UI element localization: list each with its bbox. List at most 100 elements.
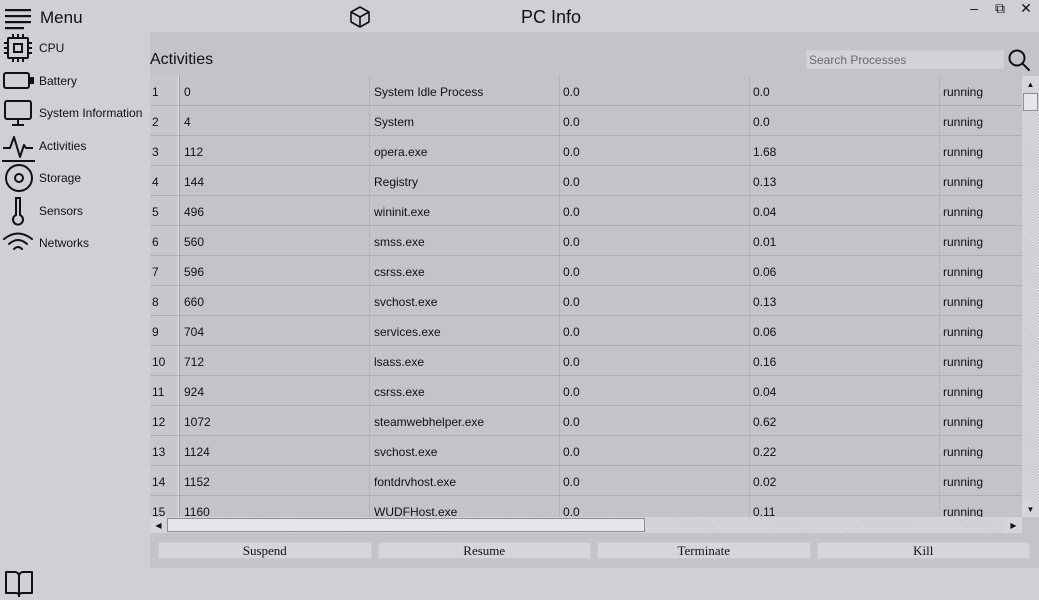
cpu-cell: 0.0 [560,376,750,405]
row-index: 14 [150,466,180,495]
restore-button[interactable]: ⧉ [991,0,1009,17]
status-cell: running [943,234,984,249]
memory-cell: 0.0 [750,76,940,105]
sidebar-item-networks[interactable]: Networks [0,227,150,260]
scroll-up-arrow[interactable]: ▲ [1022,76,1039,92]
vertical-scroll-thumb[interactable] [1023,93,1038,111]
table-row[interactable]: 6 560 smss.exe 0.0 0.01 running [150,226,1022,256]
memory-cell: 0.11 [750,496,940,517]
sidebar-item-sensors[interactable]: Sensors [0,195,150,228]
status-cell: running [943,324,984,339]
scroll-left-arrow[interactable]: ◀ [150,517,167,533]
pid-cell: 112 [180,136,370,165]
pid-cell: 1152 [180,466,370,495]
table-row[interactable]: 5 496 wininit.exe 0.0 0.04 running [150,196,1022,226]
table-row[interactable]: 2 4 System 0.0 0.0 running [150,106,1022,136]
row-index: 4 [150,166,180,195]
status-cell: running [943,84,984,99]
thermometer-icon [0,195,36,227]
sidebar-item-cpu[interactable]: CPU [0,32,150,65]
pid-cell: 0 [180,76,370,105]
row-index: 13 [150,436,180,465]
memory-cell: 0.0 [750,106,940,135]
status-cell: running [943,294,984,309]
table-row[interactable]: 9 704 services.exe 0.0 0.06 running [150,316,1022,346]
row-index: 3 [150,136,180,165]
cpu-cell: 0.0 [560,406,750,435]
row-index: 11 [150,376,180,405]
battery-icon [0,65,36,97]
table-row[interactable]: 13 1124 svchost.exe 0.0 0.22 running [150,436,1022,466]
table-row[interactable]: 7 596 csrss.exe 0.0 0.06 running [150,256,1022,286]
process-name-cell: Registry [370,166,560,195]
hamburger-icon [5,9,31,30]
table-row[interactable]: 11 924 csrss.exe 0.0 0.04 running [150,376,1022,406]
table-row[interactable]: 15 1160 WUDFHost.exe 0.0 0.11 running [150,496,1022,517]
minimize-button[interactable]: – [965,0,983,17]
pid-cell: 4 [180,106,370,135]
search-icon[interactable] [1007,48,1031,72]
table-row[interactable]: 12 1072 steamwebhelper.exe 0.0 0.62 running [150,406,1022,436]
row-index: 1 [150,76,180,105]
resume-button[interactable]: Resume [377,542,591,559]
cpu-cell: 0.0 [560,286,750,315]
pid-cell: 660 [180,286,370,315]
memory-cell: 1.68 [750,136,940,165]
sidebar: CPU Battery System Information Activitie… [0,32,150,260]
scroll-right-arrow[interactable]: ▶ [1005,517,1022,533]
sidebar-item-activities[interactable]: Activities [0,130,150,163]
process-name-cell: csrss.exe [370,256,560,285]
horizontal-scrollbar[interactable]: ◀ ▶ [150,517,1022,533]
vertical-scrollbar[interactable]: ▲ ▼ [1022,76,1039,517]
cpu-cell: 0.0 [560,346,750,375]
memory-cell: 0.62 [750,406,940,435]
cpu-icon [0,32,36,64]
memory-cell: 0.06 [750,316,940,345]
close-button[interactable]: ✕ [1017,0,1035,17]
pid-cell: 596 [180,256,370,285]
row-index: 9 [150,316,180,345]
status-cell: running [943,264,984,279]
cpu-cell: 0.0 [560,136,750,165]
terminate-button[interactable]: Terminate [597,542,811,559]
memory-cell: 0.02 [750,466,940,495]
pid-cell: 560 [180,226,370,255]
sidebar-item-system-information[interactable]: System Information [0,97,150,130]
table-row[interactable]: 1 0 System Idle Process 0.0 0.0 running [150,76,1022,106]
kill-button[interactable]: Kill [816,542,1030,559]
scroll-down-arrow[interactable]: ▼ [1022,501,1039,517]
cpu-cell: 0.0 [560,316,750,345]
status-cell: running [943,144,984,159]
row-index: 5 [150,196,180,225]
status-cell: running [943,174,984,189]
pid-cell: 1072 [180,406,370,435]
horizontal-scroll-thumb[interactable] [167,518,645,532]
suspend-button[interactable]: Suspend [158,542,372,559]
sidebar-item-battery[interactable]: Battery [0,65,150,98]
menu-button[interactable]: Menu [4,6,83,30]
book-icon[interactable] [3,568,35,598]
pid-cell: 712 [180,346,370,375]
table-row[interactable]: 14 1152 fontdrvhost.exe 0.0 0.02 running [150,466,1022,496]
process-name-cell: lsass.exe [370,346,560,375]
process-name-cell: wininit.exe [370,196,560,225]
table-row[interactable]: 4 144 Registry 0.0 0.13 running [150,166,1022,196]
pid-cell: 924 [180,376,370,405]
disk-icon [0,162,36,194]
status-cell: running [943,414,984,429]
menu-label: Menu [40,8,83,27]
process-table: 1 0 System Idle Process 0.0 0.0 running 2 4 Syst… [150,76,1022,517]
process-name-cell: svchost.exe [370,286,560,315]
table-row[interactable]: 3 112 opera.exe 0.0 1.68 running [150,136,1022,166]
memory-cell: 0.04 [750,196,940,225]
sidebar-item-storage[interactable]: Storage [0,162,150,195]
sidebar-item-label: System Information [39,106,143,121]
table-row[interactable]: 10 712 lsass.exe 0.0 0.16 running [150,346,1022,376]
row-index: 12 [150,406,180,435]
action-bar: Suspend Resume Terminate Kill [158,542,1030,559]
memory-cell: 0.06 [750,256,940,285]
process-name-cell: fontdrvhost.exe [370,466,560,495]
table-row[interactable]: 8 660 svchost.exe 0.0 0.13 running [150,286,1022,316]
sidebar-item-label: Activities [39,138,87,153]
search-input[interactable] [806,50,1004,69]
